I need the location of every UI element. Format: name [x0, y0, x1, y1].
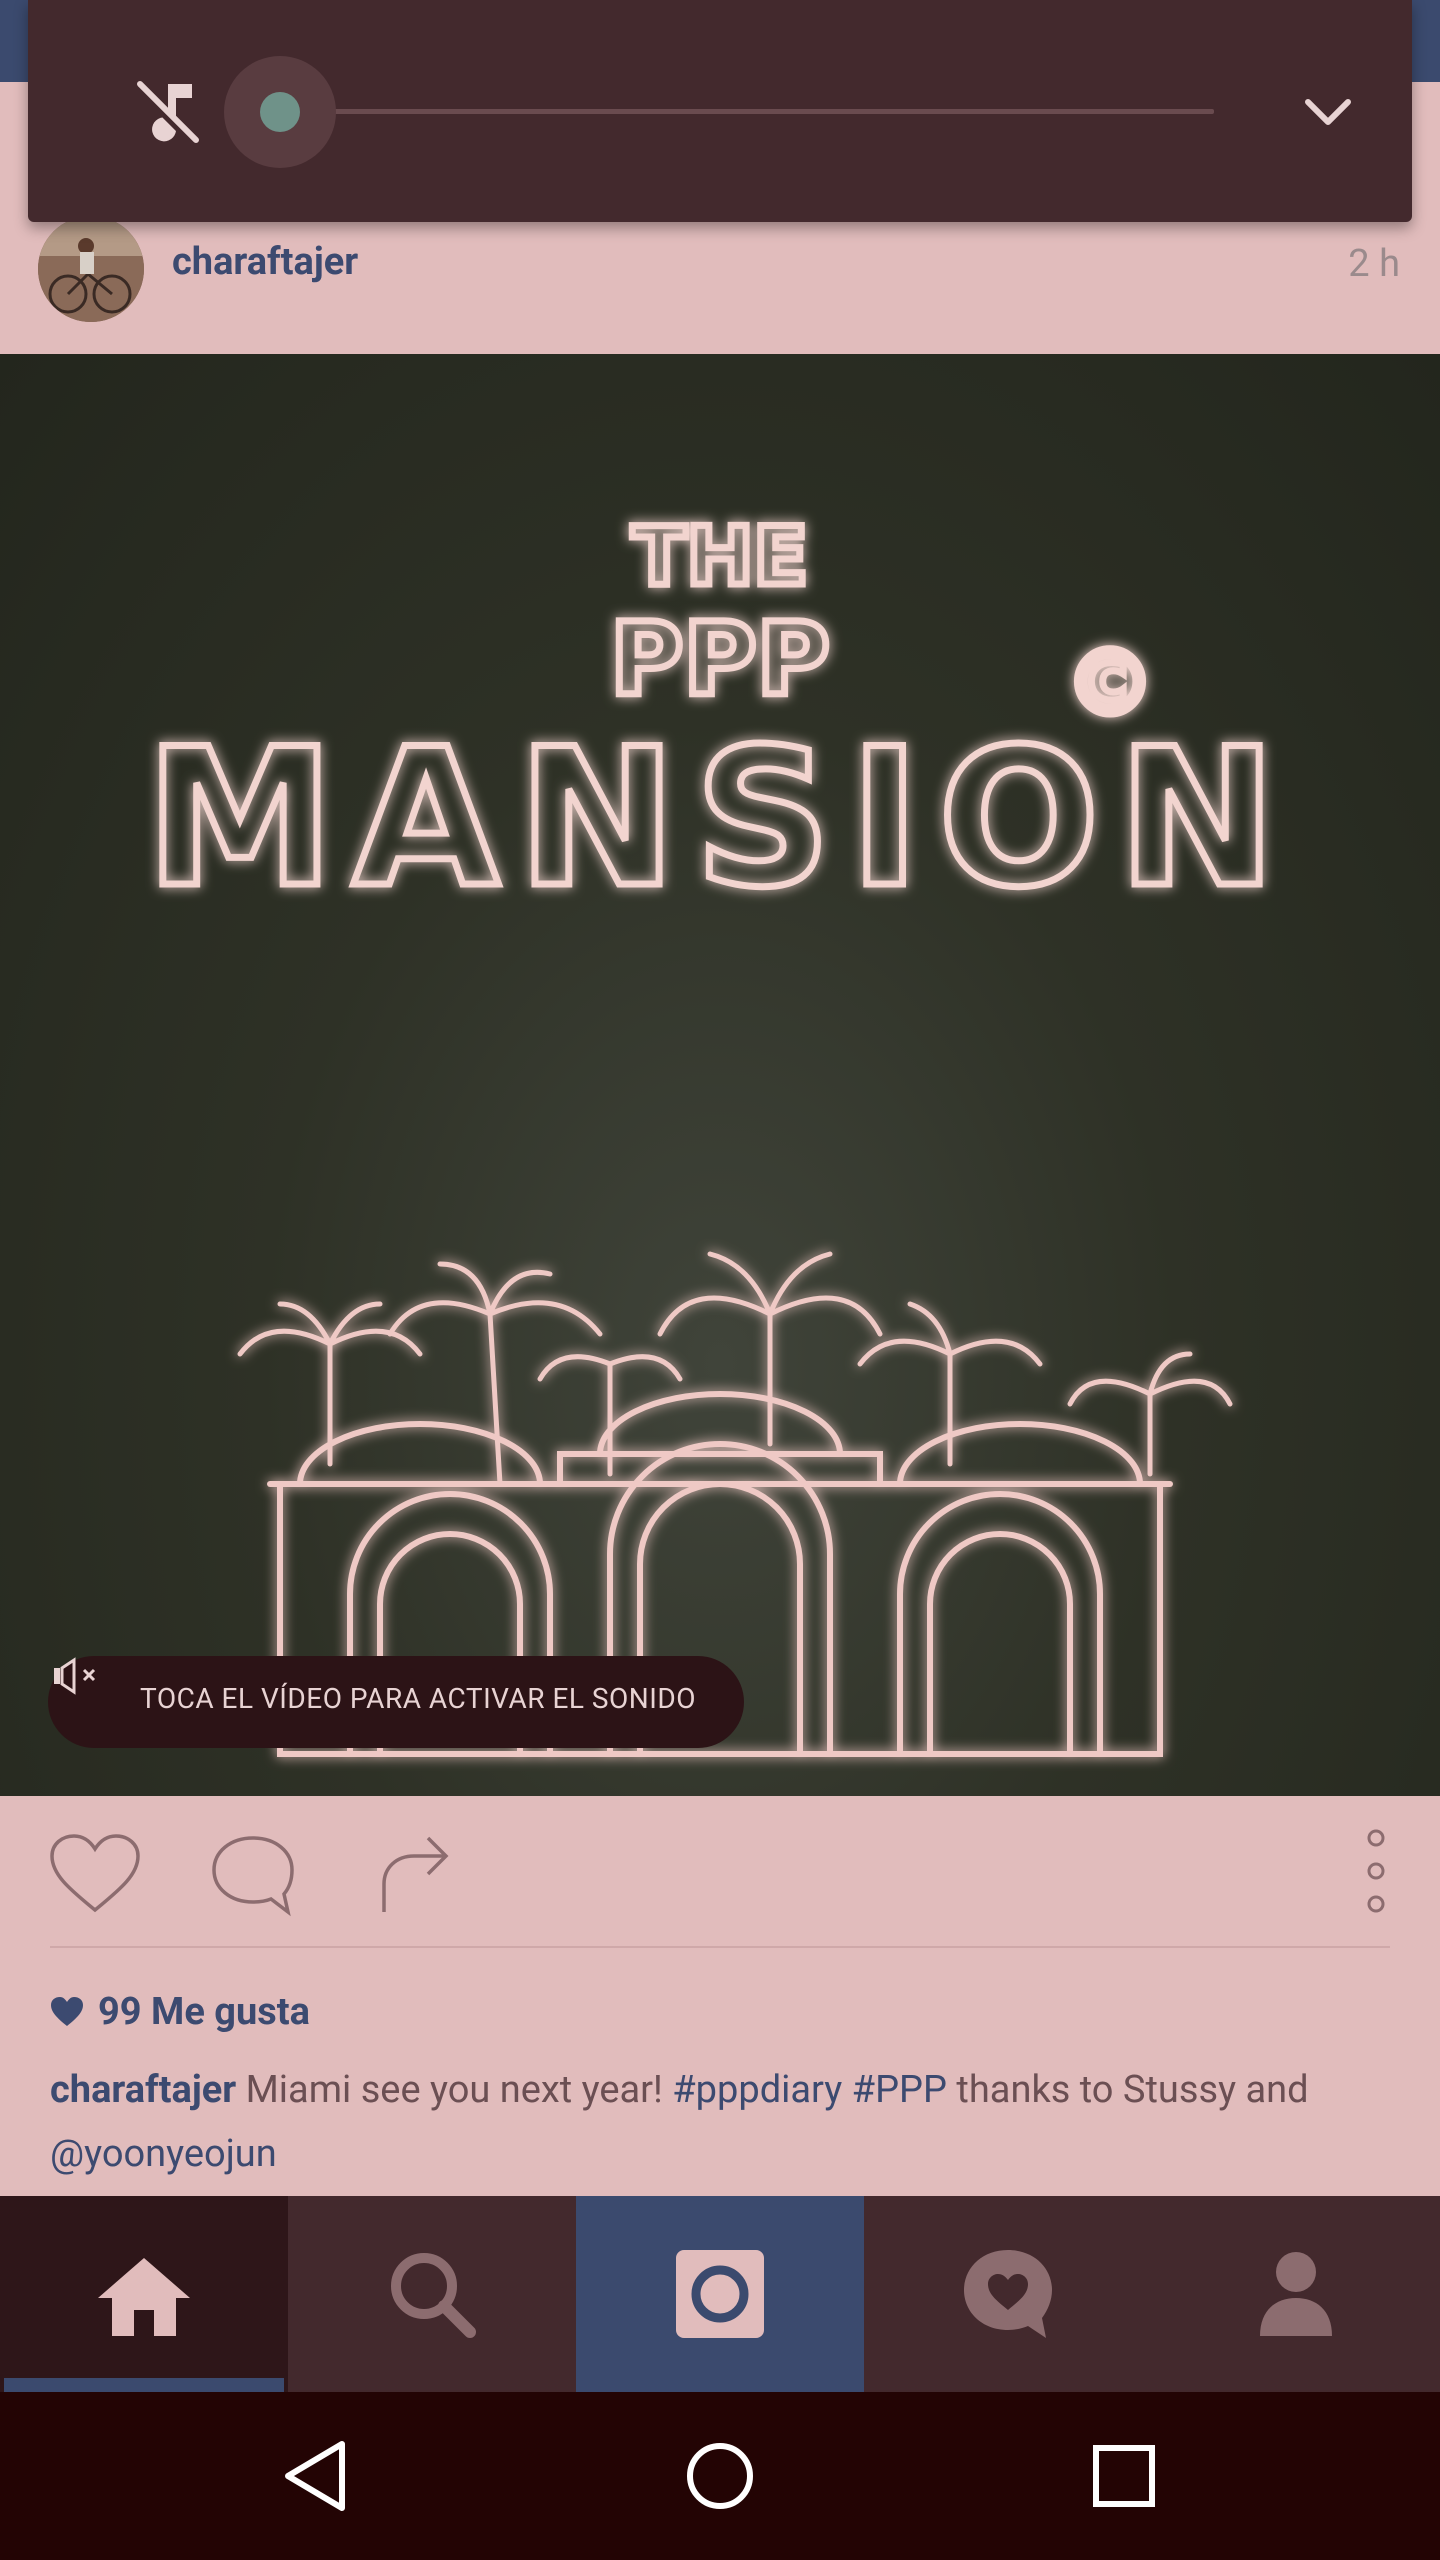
nav-search[interactable]	[288, 2196, 576, 2392]
active-tab-indicator	[4, 2378, 284, 2392]
activate-sound-prompt[interactable]: TOCA EL VÍDEO PARA ACTIVAR EL SONIDO	[48, 1656, 744, 1748]
home-circle-icon[interactable]	[680, 2436, 760, 2516]
comment-icon[interactable]	[208, 1832, 298, 1918]
hashtag-pppdiary[interactable]: #pppdiary	[672, 2068, 842, 2112]
mention-yoonyeojun[interactable]: @yoonyeojun	[50, 2132, 277, 2176]
post-caption: charaftajer Miami see you next year! #pp…	[50, 2058, 1390, 2186]
recents-icon[interactable]	[1084, 2436, 1164, 2516]
volume-track	[280, 109, 1214, 114]
mansion-neon-artwork: THE PPP © MANSION	[142, 507, 1294, 1796]
camera-icon	[676, 2250, 764, 2338]
title-line3: MANSION	[145, 708, 1294, 929]
post-actions	[0, 1796, 1440, 1946]
nav-activity[interactable]	[864, 2196, 1152, 2392]
heart-filled-icon	[51, 1997, 83, 2026]
activity-icon	[964, 2250, 1052, 2338]
bottom-nav	[0, 2196, 1440, 2392]
chevron-down-icon[interactable]	[1290, 82, 1366, 142]
caption-username[interactable]: charaftajer	[50, 2068, 236, 2112]
title-line2: PPP	[610, 601, 830, 718]
more-vertical-icon[interactable]	[1358, 1826, 1394, 1916]
volume-panel	[28, 0, 1412, 222]
activate-sound-text: TOCA EL VÍDEO PARA ACTIVAR EL SONIDO	[140, 1682, 697, 1715]
volume-slider[interactable]	[224, 56, 1224, 168]
nav-camera[interactable]	[576, 2196, 864, 2392]
volume-muted-icon	[54, 1657, 96, 1695]
likes-label: 99 Me gusta	[98, 1990, 310, 2034]
avatar[interactable]	[38, 216, 144, 322]
likes-count[interactable]: 99 Me gusta	[50, 1982, 310, 2042]
volume-thumb[interactable]	[260, 92, 300, 132]
home-icon	[98, 2258, 190, 2336]
heart-icon[interactable]	[48, 1832, 142, 1916]
music-off-icon[interactable]	[132, 76, 204, 148]
search-icon	[391, 2253, 476, 2338]
caption-text-2: thanks to Stussy and	[947, 2068, 1309, 2112]
post-header: charaftajer 2 h	[0, 202, 1440, 354]
divider	[50, 1946, 1390, 1948]
hashtag-ppp[interactable]: #PPP	[852, 2068, 947, 2112]
system-nav-bar	[0, 2392, 1440, 2560]
post-timestamp: 2 h	[1348, 242, 1400, 286]
caption-text: Miami see you next year!	[236, 2068, 673, 2112]
share-icon[interactable]	[378, 1832, 452, 1916]
profile-icon	[1260, 2252, 1332, 2336]
title-line1: THE	[632, 510, 808, 603]
post-username[interactable]: charaftajer	[172, 240, 358, 284]
nav-home[interactable]	[0, 2196, 288, 2392]
nav-profile[interactable]	[1152, 2196, 1440, 2392]
back-icon[interactable]	[276, 2436, 356, 2516]
post-video[interactable]: THE PPP © MANSION TOCA EL VÍDEO PARA ACT…	[0, 354, 1440, 1796]
